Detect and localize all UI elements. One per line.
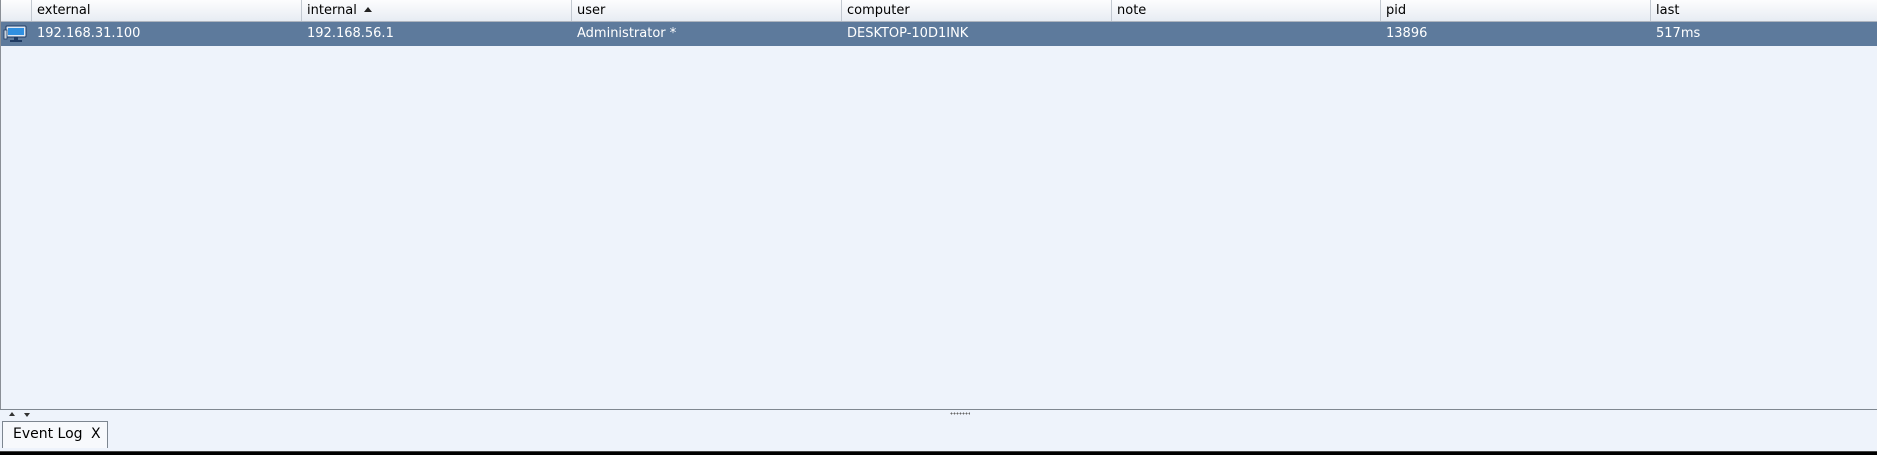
divider-grip-icon[interactable]	[950, 412, 970, 415]
tab-event-log[interactable]: Event Log X	[2, 421, 108, 448]
event-log-console	[0, 451, 1877, 455]
header-last[interactable]: last	[1651, 0, 1877, 21]
sort-ascending-icon	[363, 7, 372, 12]
cell-user: Administrator *	[577, 26, 677, 41]
header-pid[interactable]: pid	[1381, 0, 1651, 21]
app-window: external internal user computer note pid…	[0, 0, 1877, 455]
tab-event-log-label: Event Log	[13, 426, 83, 442]
cell-pid: 13896	[1386, 26, 1428, 41]
header-computer-label: computer	[847, 3, 910, 18]
beacon-table: external internal user computer note pid…	[0, 0, 1877, 409]
header-internal[interactable]: internal	[302, 0, 572, 21]
header-user-label: user	[577, 3, 606, 18]
cell-note	[1112, 22, 1381, 46]
cell-last: 517ms	[1656, 26, 1701, 41]
header-external[interactable]: external	[32, 0, 302, 21]
split-pane-divider[interactable]	[0, 409, 1877, 417]
table-header: external internal user computer note pid…	[1, 0, 1877, 22]
table-row[interactable]: 192.168.31.100 192.168.56.1 Administrato…	[1, 22, 1877, 46]
header-note-label: note	[1117, 3, 1147, 18]
bottom-tab-bar: Event Log X	[0, 417, 1877, 455]
header-note[interactable]: note	[1112, 0, 1381, 21]
cell-computer: DESKTOP-10D1INK	[847, 26, 969, 41]
header-internal-label: internal	[307, 3, 357, 18]
header-last-label: last	[1656, 3, 1680, 18]
expand-up-icon[interactable]	[9, 412, 15, 416]
cell-internal: 192.168.56.1	[307, 26, 394, 41]
header-pid-label: pid	[1386, 3, 1407, 18]
header-computer[interactable]: computer	[842, 0, 1112, 21]
computer-icon	[1, 22, 32, 46]
tab-close-button[interactable]: X	[91, 426, 101, 442]
header-user[interactable]: user	[572, 0, 842, 21]
header-icon-column[interactable]	[1, 0, 32, 21]
header-external-label: external	[37, 3, 91, 18]
cell-external: 192.168.31.100	[37, 26, 141, 41]
